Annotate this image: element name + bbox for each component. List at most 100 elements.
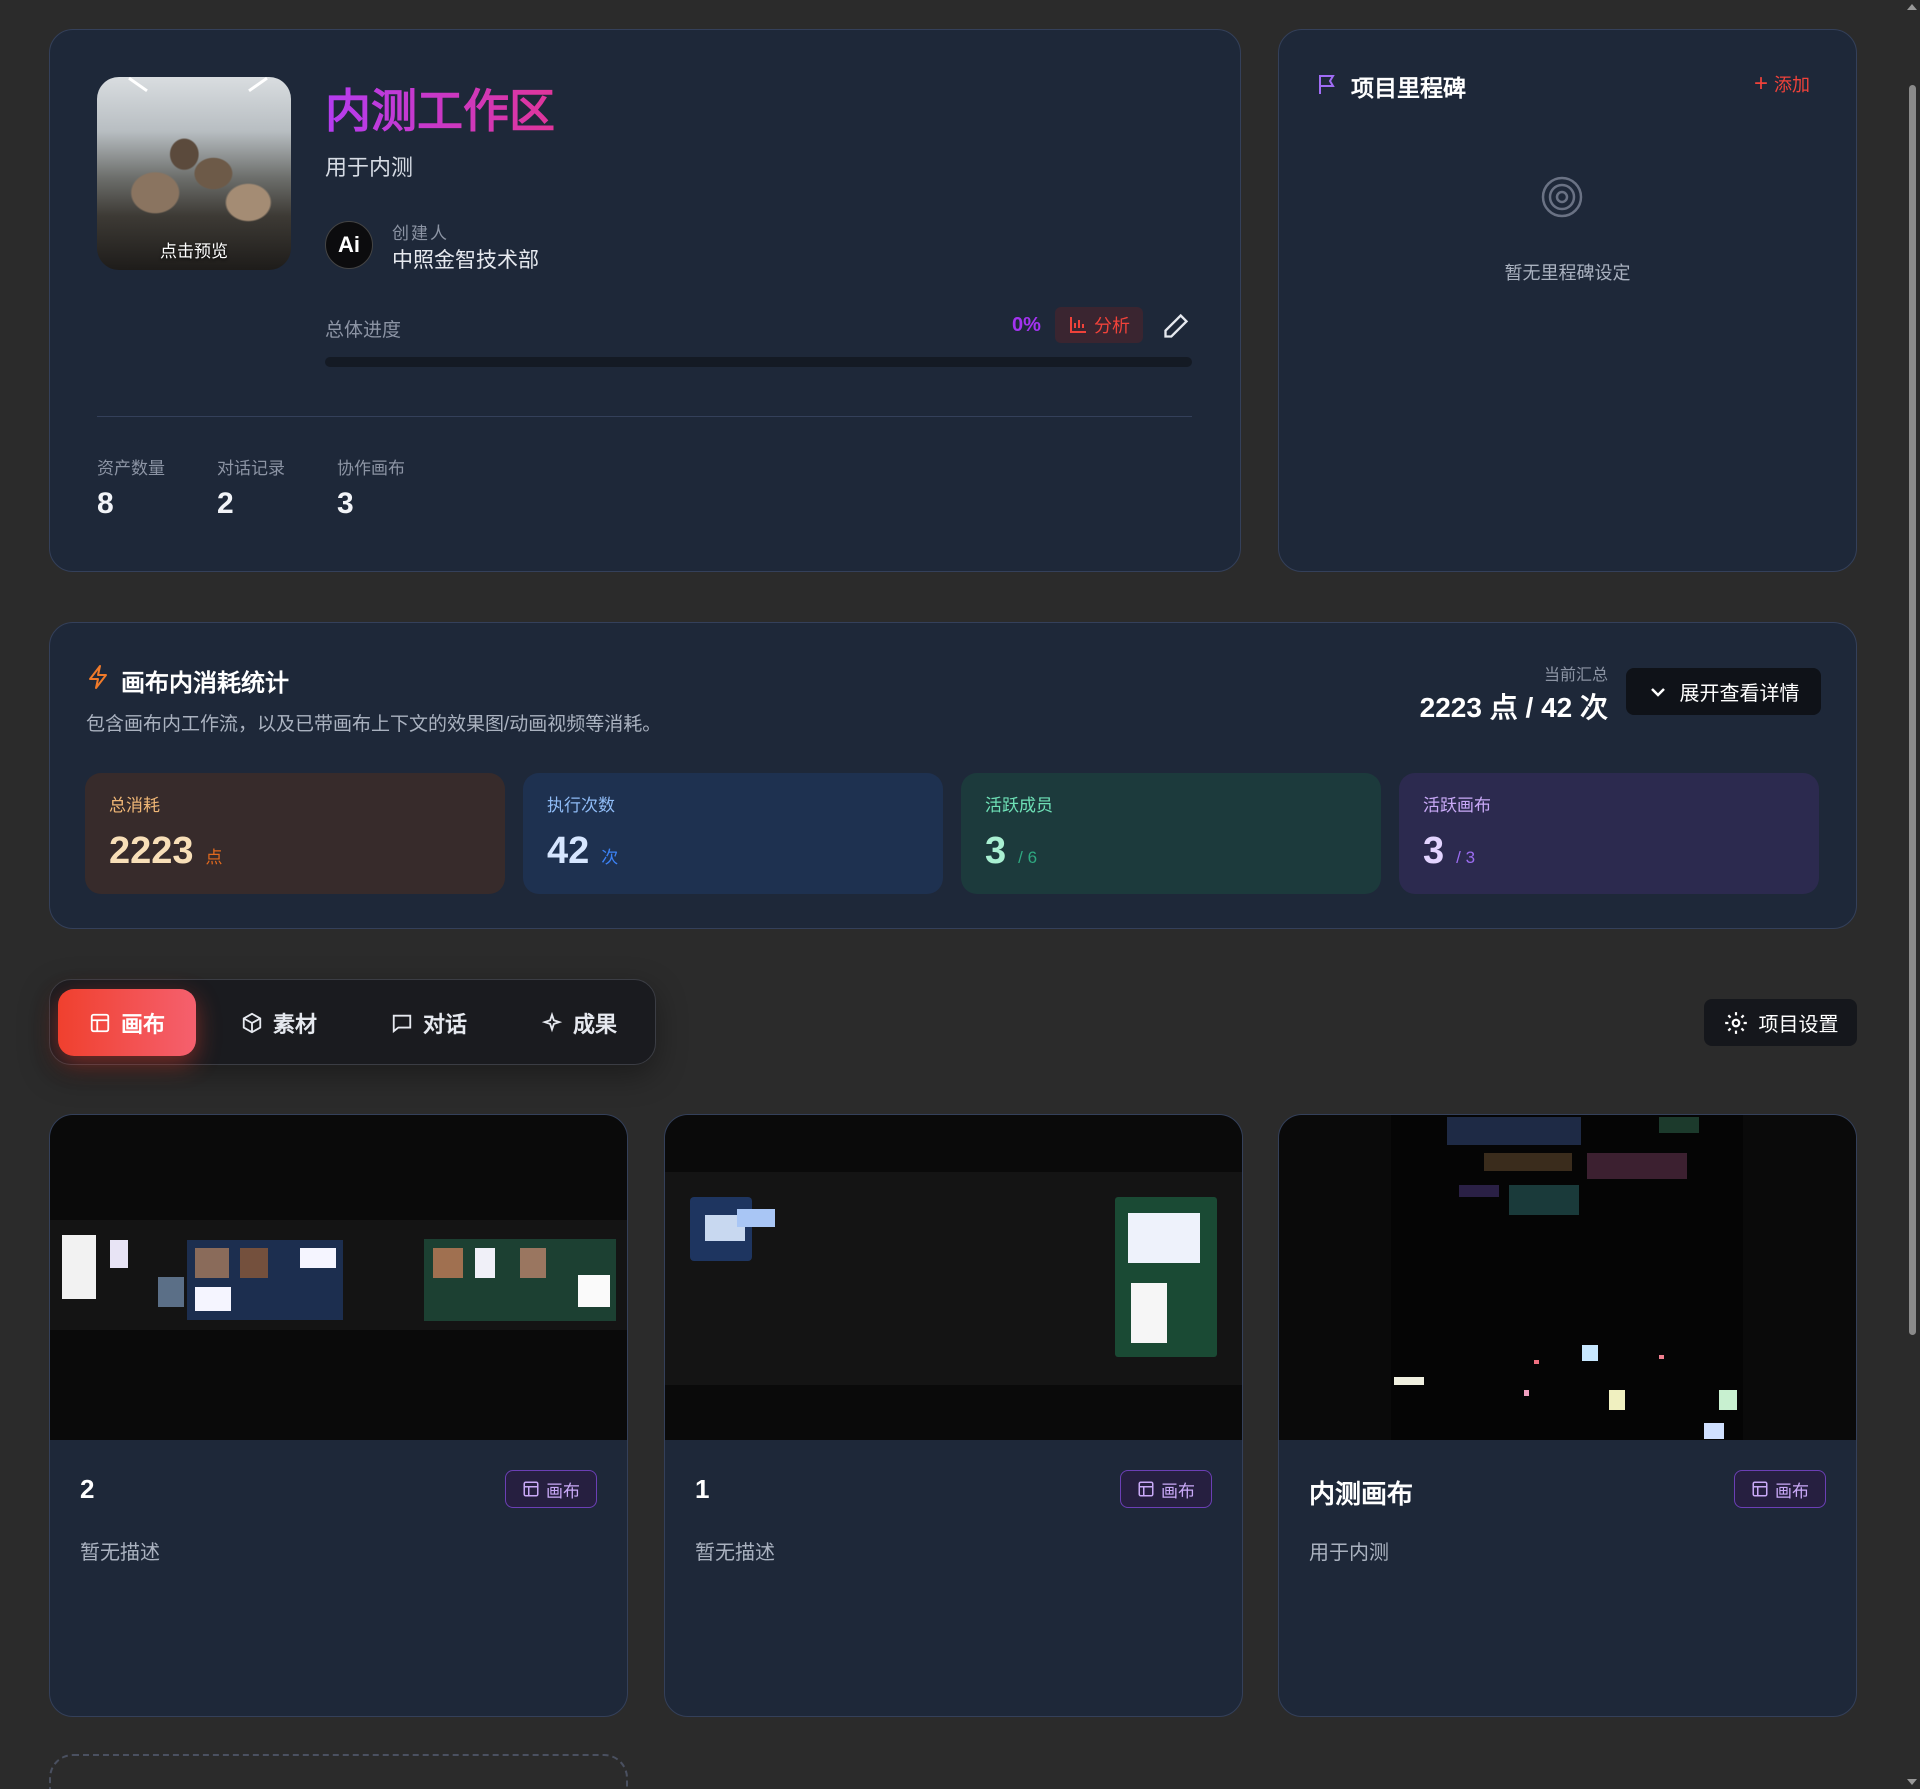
- analyze-label: 分析: [1094, 316, 1130, 336]
- canvas-card[interactable]: 1 画布 暂无描述: [664, 1114, 1243, 1717]
- canvas-thumbnail: [1279, 1115, 1856, 1440]
- metric-unit: / 3: [1456, 848, 1476, 867]
- workspace-cover-image[interactable]: 点击预览: [97, 77, 291, 270]
- chevron-down-icon: [1650, 687, 1665, 697]
- cube-icon: [242, 1012, 262, 1033]
- analyze-button[interactable]: 分析: [1055, 307, 1143, 343]
- metric-value-row: 2223 点: [109, 830, 481, 873]
- milestones-title: 项目里程碑: [1351, 75, 1466, 101]
- workspace-title: 内测工作区: [325, 75, 555, 141]
- canvas-badge-label: 画布: [1775, 1481, 1809, 1501]
- metric-total-consumption: 总消耗 2223 点: [85, 773, 505, 894]
- expand-details-label: 展开查看详情: [1679, 683, 1800, 705]
- divider: [97, 416, 1192, 417]
- plus-icon: +: [1753, 70, 1768, 97]
- summary-value: 2223 点 / 42 次: [1419, 692, 1608, 723]
- add-milestone-label: 添加: [1774, 75, 1810, 95]
- tab-canvas[interactable]: 画布: [58, 989, 196, 1056]
- summary-label: 当前汇总: [1543, 667, 1608, 684]
- layout-icon: [1138, 1481, 1154, 1497]
- consumption-stats-card: 画布内消耗统计 包含画布内工作流，以及已带画布上下文的效果图/动画视频等消耗。 …: [49, 622, 1857, 929]
- metric-label: 活跃画布: [1423, 796, 1491, 815]
- stat-label: 资产数量: [97, 459, 165, 478]
- layout-icon: [90, 1013, 110, 1032]
- stat-value: 2: [217, 487, 234, 520]
- canvas-description: 暂无描述: [695, 1542, 775, 1564]
- layout-icon: [1752, 1481, 1768, 1497]
- canvas-type-badge: 画布: [1120, 1470, 1212, 1508]
- add-milestone-button[interactable]: + 添加: [1754, 71, 1810, 97]
- ceiling-light: [128, 77, 148, 93]
- creator-label: 创建人: [392, 224, 449, 243]
- tab-assets[interactable]: 素材: [210, 989, 348, 1056]
- flag-icon: [1319, 75, 1335, 94]
- metric-value: 2223: [109, 830, 194, 872]
- progress-bar: [325, 357, 1192, 367]
- stat-label: 对话记录: [217, 459, 285, 478]
- consumption-description: 包含画布内工作流，以及已带画布上下文的效果图/动画视频等消耗。: [86, 714, 662, 735]
- canvas-card[interactable]: 内测画布 画布 用于内测: [1278, 1114, 1857, 1717]
- scrollbar[interactable]: [1904, 0, 1920, 1789]
- canvas-card[interactable]: 2 画布 暂无描述: [49, 1114, 628, 1717]
- metric-unit: 次: [601, 848, 619, 867]
- stat-label: 协作画布: [337, 459, 405, 478]
- canvas-thumbnail: [50, 1115, 627, 1440]
- metric-executions: 执行次数 42 次: [523, 773, 943, 894]
- workspace-subtitle: 用于内测: [325, 155, 414, 180]
- workspace-card: 点击预览 内测工作区 用于内测 Ai 创建人 中照金智技术部 总体进度 0% 分…: [49, 29, 1241, 572]
- creator-name: 中照金智技术部: [392, 249, 539, 272]
- metric-label: 总消耗: [109, 796, 160, 815]
- progress-value: 0%: [1012, 314, 1041, 336]
- tab-label: 成果: [572, 1011, 617, 1037]
- scrollbar-thumb[interactable]: [1909, 85, 1916, 1335]
- canvas-title: 内测画布: [1309, 1479, 1414, 1509]
- tab-label: 对话: [422, 1011, 467, 1037]
- metric-active-members: 活跃成员 3 / 6: [961, 773, 1381, 894]
- project-settings-button[interactable]: 项目设置: [1704, 999, 1857, 1046]
- creator-avatar: Ai: [325, 221, 373, 269]
- stat-assets: 资产数量 8: [97, 454, 165, 521]
- consumption-title: 画布内消耗统计: [121, 670, 289, 697]
- gear-icon: [1724, 1011, 1747, 1034]
- ceiling-light: [248, 77, 268, 93]
- canvas-description: 暂无描述: [80, 1542, 160, 1564]
- pencil-icon[interactable]: [1162, 312, 1190, 340]
- milestones-card: 项目里程碑 + 添加 暂无里程碑设定: [1278, 29, 1857, 572]
- tab-conversations[interactable]: 对话: [360, 989, 498, 1056]
- canvas-title: 1: [695, 1474, 710, 1504]
- metric-value-row: 3 / 3: [1423, 830, 1795, 873]
- canvas-preview-graphic: [1391, 1115, 1743, 1440]
- bar-chart-icon: [1070, 317, 1086, 333]
- stat-value: 8: [97, 487, 114, 520]
- expand-details-button[interactable]: 展开查看详情: [1626, 668, 1821, 715]
- metric-value: 3: [1423, 830, 1445, 872]
- progress-label: 总体进度: [325, 320, 402, 341]
- canvas-type-badge: 画布: [505, 1470, 597, 1508]
- canvas-preview-graphic: [50, 1220, 627, 1330]
- stat-canvases: 协作画布 3: [337, 454, 405, 521]
- project-settings-label: 项目设置: [1758, 1014, 1839, 1036]
- tab-label: 画布: [120, 1011, 165, 1037]
- stat-conversations: 对话记录 2: [217, 454, 285, 521]
- metric-value: 42: [547, 830, 590, 872]
- canvas-description: 用于内测: [1309, 1542, 1389, 1564]
- metric-label: 活跃成员: [985, 796, 1053, 815]
- new-canvas-placeholder[interactable]: [49, 1754, 628, 1789]
- metric-value: 3: [985, 830, 1007, 872]
- canvas-title: 2: [80, 1474, 95, 1504]
- metric-value-row: 42 次: [547, 830, 919, 873]
- sparkle-icon: [541, 1011, 563, 1032]
- metric-active-canvases: 活跃画布 3 / 3: [1399, 773, 1819, 894]
- tab-results[interactable]: 成果: [510, 989, 648, 1056]
- tab-bar: 画布 素材 对话 成果: [49, 979, 656, 1065]
- canvas-badge-label: 画布: [546, 1481, 580, 1501]
- scroll-up-arrow[interactable]: [1907, 4, 1917, 10]
- cover-preview-label[interactable]: 点击预览: [97, 237, 291, 262]
- metric-unit: / 6: [1018, 848, 1038, 867]
- scroll-down-arrow[interactable]: [1907, 1779, 1917, 1785]
- stat-value: 3: [337, 487, 354, 520]
- canvas-badge-label: 画布: [1161, 1481, 1195, 1501]
- lightning-icon: [89, 665, 107, 689]
- target-icon: [1541, 176, 1583, 218]
- canvas-thumbnail: [665, 1115, 1242, 1440]
